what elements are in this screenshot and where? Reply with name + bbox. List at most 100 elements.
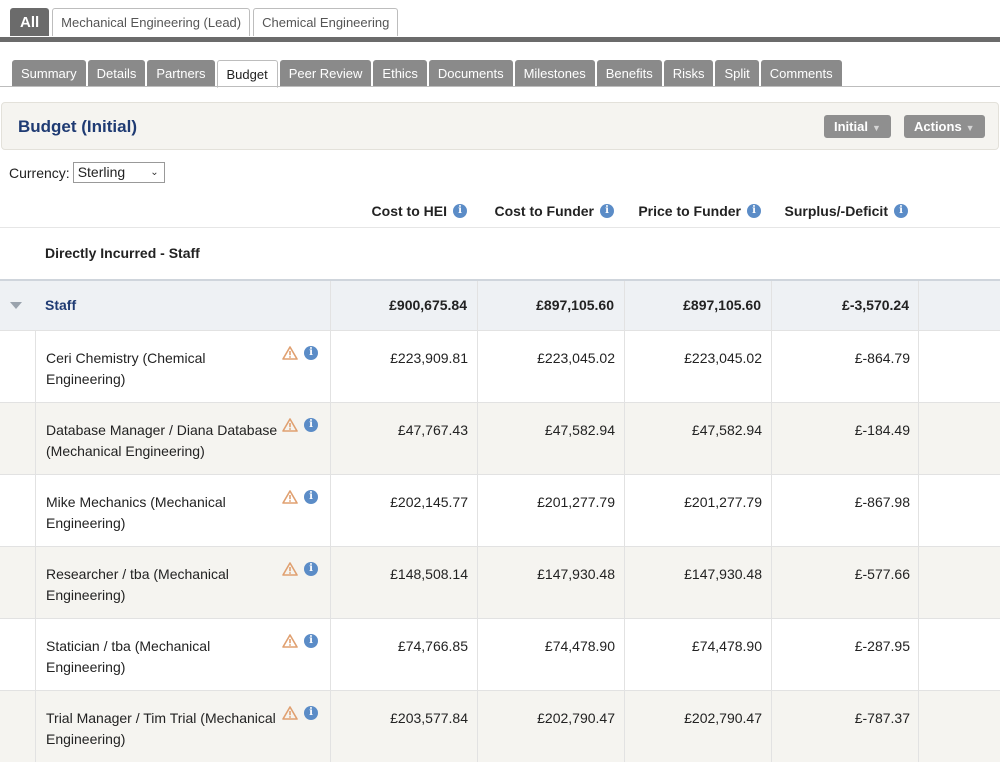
column-header-label: Cost to Funder: [494, 203, 594, 219]
table-cell: [477, 547, 624, 618]
table-cell: [918, 547, 1000, 618]
table-cell: [330, 475, 477, 546]
group-price-to-funder: £897,105.60: [683, 297, 761, 313]
table-row[interactable]: Database Manager / Diana Database (Mecha…: [0, 402, 1000, 474]
initial-dropdown-button[interactable]: Initial ▼: [824, 115, 891, 138]
top-tab-mechanical-engineering[interactable]: Mechanical Engineering (Lead): [52, 8, 251, 36]
section-title: Directly Incurred - Staff: [45, 245, 200, 261]
tab-peer-review[interactable]: Peer Review: [279, 60, 372, 87]
info-icon[interactable]: i: [304, 418, 318, 432]
warning-icon[interactable]: [282, 634, 298, 648]
collapse-toggle-icon[interactable]: [10, 302, 22, 309]
staff-name: Mike Mechanics (Mechanical Engineering): [46, 494, 226, 531]
table-rows: Ceri Chemistry (Chemical Engineering) i …: [0, 330, 1000, 762]
table-row[interactable]: Researcher / tba (Mechanical Engineering…: [0, 546, 1000, 618]
table-cell: [624, 475, 771, 546]
tab-documents[interactable]: Documents: [428, 60, 513, 87]
table-cell: [330, 403, 477, 474]
tab-details[interactable]: Details: [87, 60, 146, 87]
info-icon[interactable]: i: [304, 346, 318, 360]
table-cell: [624, 547, 771, 618]
price-to-funder-value: £201,277.79: [684, 494, 762, 510]
info-icon[interactable]: i: [747, 204, 761, 218]
group-row-staff[interactable]: Staff £900,675.84 £897,105.60 £897,105.6…: [0, 279, 1000, 330]
table-cell: [771, 331, 918, 402]
chevron-down-icon: ▼: [965, 123, 975, 133]
currency-control: Currency: Sterling ⌄: [9, 162, 165, 183]
info-icon[interactable]: i: [894, 204, 908, 218]
surplus-deficit-value: £-787.37: [854, 710, 910, 726]
warning-icon[interactable]: [282, 706, 298, 720]
top-tab-all[interactable]: All: [10, 8, 50, 36]
tab-milestones[interactable]: Milestones: [514, 60, 595, 87]
warning-icon[interactable]: [282, 346, 298, 360]
page-title: Budget (Initial): [18, 117, 137, 136]
table-row[interactable]: Ceri Chemistry (Chemical Engineering) i …: [0, 330, 1000, 402]
actions-button-label: Actions: [914, 119, 962, 134]
tab-benefits[interactable]: Benefits: [596, 60, 662, 87]
table-cell: [771, 619, 918, 690]
table-cell: [477, 475, 624, 546]
top-tabs: All Mechanical Engineering (Lead) Chemic…: [10, 8, 399, 38]
table-cell: [771, 403, 918, 474]
tab-comments[interactable]: Comments: [760, 60, 842, 87]
cost-to-funder-value: £47,582.94: [544, 422, 615, 438]
column-header-label: Cost to HEI: [371, 203, 447, 219]
table-cell: [918, 475, 1000, 546]
surplus-deficit-value: £-287.95: [854, 638, 910, 654]
info-icon[interactable]: i: [453, 204, 467, 218]
top-tabs-divider: [0, 37, 1000, 42]
surplus-deficit-value: £-577.66: [854, 566, 910, 582]
cost-to-funder-value: £202,790.47: [537, 710, 615, 726]
info-icon[interactable]: i: [304, 490, 318, 504]
cost-to-funder-value: £147,930.48: [537, 566, 615, 582]
column-header-price-to-funder: Price to Funder i: [638, 203, 761, 219]
chevron-down-icon: ▼: [871, 123, 881, 133]
cost-to-hei-value: £148,508.14: [390, 566, 468, 582]
row-icons: i: [282, 346, 318, 360]
tab-budget[interactable]: Budget: [216, 60, 278, 88]
surplus-deficit-value: £-184.49: [854, 422, 910, 438]
currency-select[interactable]: Sterling ⌄: [72, 162, 165, 183]
cost-to-hei-value: £202,145.77: [390, 494, 468, 510]
actions-dropdown-button[interactable]: Actions ▼: [904, 115, 985, 138]
staff-name: Database Manager / Diana Database (Mecha…: [46, 422, 278, 459]
table-cell: [918, 403, 1000, 474]
info-icon[interactable]: i: [304, 706, 318, 720]
table-cell: [624, 619, 771, 690]
table-row[interactable]: Statician / tba (Mechanical Engineering)…: [0, 618, 1000, 690]
cost-to-hei-value: £47,767.43: [397, 422, 468, 438]
price-to-funder-value: £74,478.90: [691, 638, 762, 654]
column-header-cost-to-hei: Cost to HEI i: [372, 203, 467, 219]
staff-name: Researcher / tba (Mechanical Engineering…: [46, 566, 229, 603]
column-header-surplus-deficit: Surplus/-Deficit i: [785, 203, 908, 219]
staff-name: Ceri Chemistry (Chemical Engineering): [46, 350, 206, 387]
tab-summary[interactable]: Summary: [12, 60, 86, 87]
table-cell: [624, 403, 771, 474]
row-icons: i: [282, 706, 318, 720]
table-cell: [477, 403, 624, 474]
info-icon[interactable]: i: [600, 204, 614, 218]
table-cell: [477, 619, 624, 690]
tab-split[interactable]: Split: [715, 60, 759, 87]
table-cell: [771, 475, 918, 546]
chevron-down-icon: ⌄: [150, 167, 159, 178]
warning-icon[interactable]: [282, 418, 298, 432]
top-tab-chemical-engineering[interactable]: Chemical Engineering: [253, 8, 399, 36]
group-name[interactable]: Staff: [45, 297, 76, 313]
table-row[interactable]: Trial Manager / Tim Trial (Mechanical En…: [0, 690, 1000, 762]
table-cell: [918, 331, 1000, 402]
warning-icon[interactable]: [282, 562, 298, 576]
info-icon[interactable]: i: [304, 634, 318, 648]
price-to-funder-value: £47,582.94: [691, 422, 762, 438]
price-to-funder-value: £147,930.48: [684, 566, 762, 582]
table-cell: [330, 691, 477, 762]
info-icon[interactable]: i: [304, 562, 318, 576]
tab-risks[interactable]: Risks: [663, 60, 714, 87]
tab-partners[interactable]: Partners: [147, 60, 215, 87]
table-cell: [330, 619, 477, 690]
tab-ethics[interactable]: Ethics: [373, 60, 427, 87]
table-row[interactable]: Mike Mechanics (Mechanical Engineering) …: [0, 474, 1000, 546]
warning-icon[interactable]: [282, 490, 298, 504]
row-icons: i: [282, 418, 318, 432]
